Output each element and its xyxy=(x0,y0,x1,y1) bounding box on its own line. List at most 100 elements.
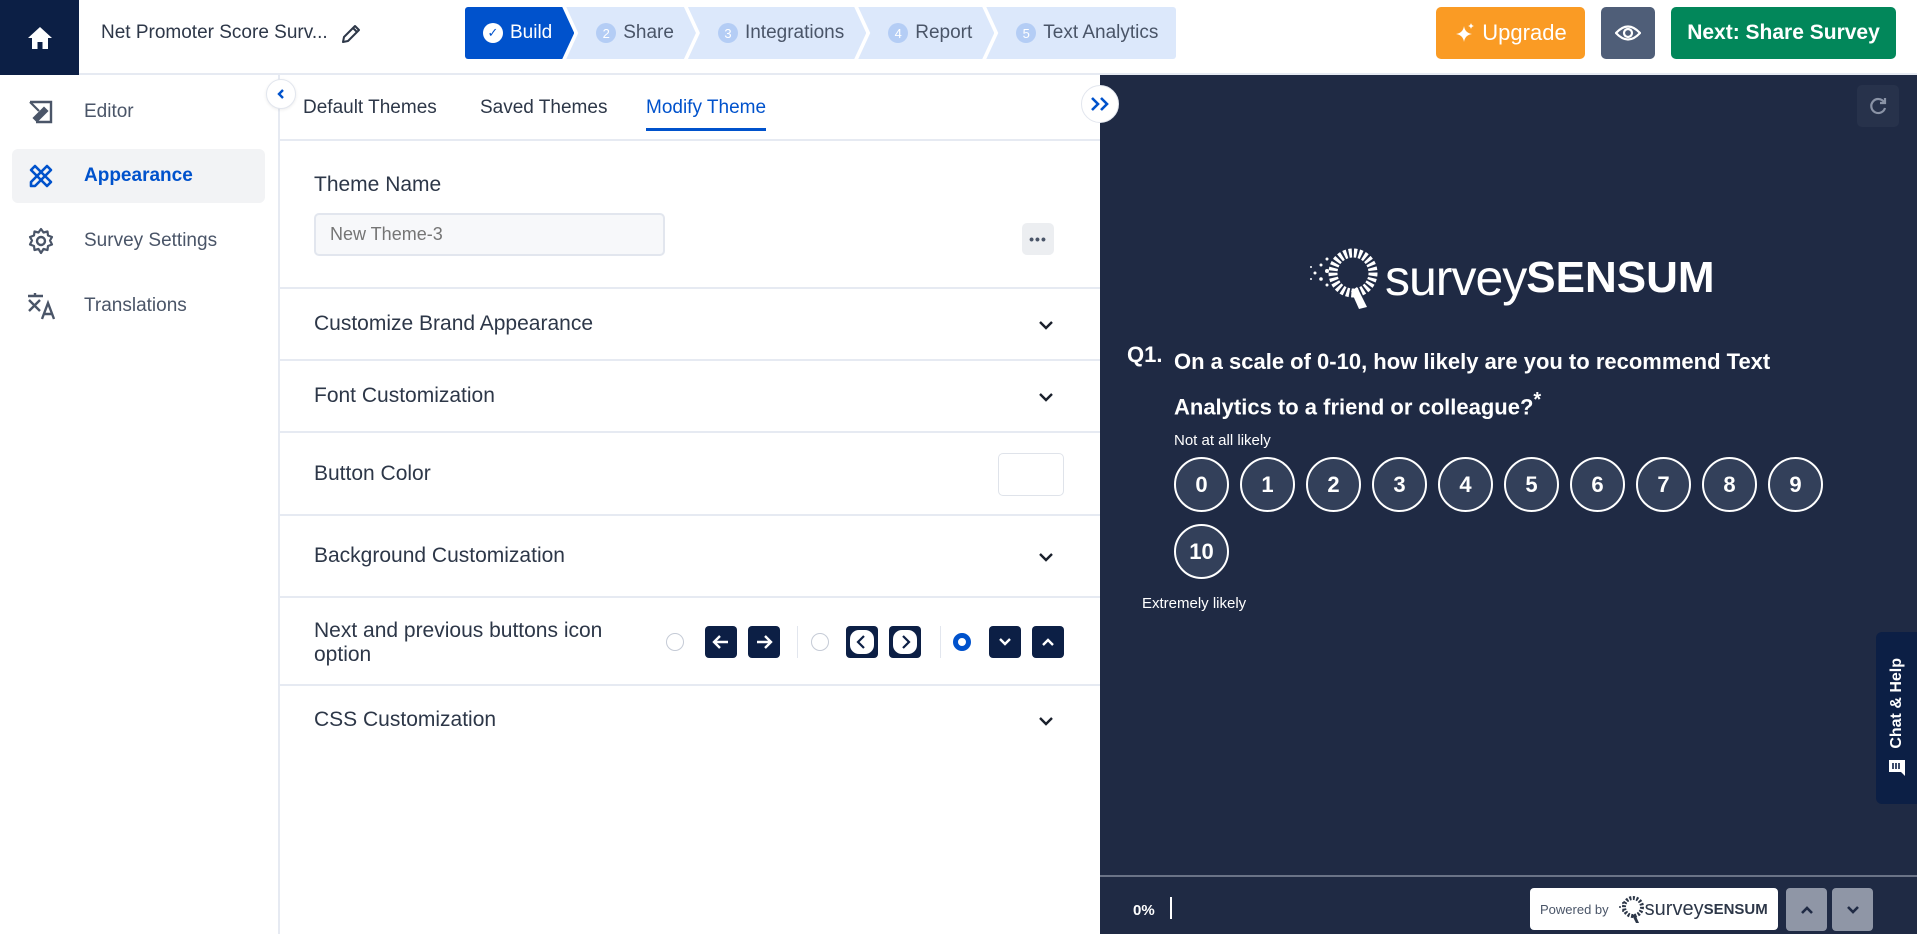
sidebar-item-translations[interactable]: Translations xyxy=(12,279,265,333)
chevron-down-icon xyxy=(989,626,1021,658)
logo-q-icon xyxy=(1310,248,1378,309)
chevron-left-outlined-icon xyxy=(846,626,878,658)
refresh-button[interactable] xyxy=(1857,85,1899,127)
chat-help-label: Chat & Help xyxy=(1887,657,1905,749)
step-number: 2 xyxy=(596,23,616,43)
progress-bar xyxy=(1170,897,1172,919)
chevron-down-icon xyxy=(1846,905,1859,914)
theme-name-label: Theme Name xyxy=(314,173,442,196)
sidebar-item-label: Translations xyxy=(84,295,187,316)
chevron-down-icon xyxy=(1039,321,1053,330)
chevron-down-icon xyxy=(1039,553,1053,562)
step-share[interactable]: 2 Share xyxy=(566,7,696,59)
previous-question-button[interactable] xyxy=(1786,888,1827,931)
nps-option-10[interactable]: 10 xyxy=(1174,524,1229,579)
theme-tabs: Default Themes Saved Themes Modify Theme xyxy=(280,75,1100,141)
sidebar-item-label: Editor xyxy=(84,101,134,122)
step-number: 4 xyxy=(888,23,908,43)
expand-preview-button[interactable] xyxy=(1081,85,1119,123)
sidebar-item-appearance[interactable]: Appearance xyxy=(12,149,265,203)
survey-preview: survey SENSUM Q1. On a scale of 0-10, ho… xyxy=(1100,75,1917,934)
css-customization-row[interactable]: CSS Customization xyxy=(280,686,1100,766)
home-button[interactable] xyxy=(0,0,79,75)
sparkle-icon xyxy=(1456,23,1475,42)
logo-text-bold: SENSUM xyxy=(1526,253,1715,302)
translate-icon xyxy=(26,291,56,321)
nav-icon-option-chevrons-radio[interactable] xyxy=(811,633,829,651)
next-share-survey-button[interactable]: Next: Share Survey xyxy=(1671,7,1896,59)
top-header: Net Promoter Score Surv... ✓ Build 2 Sha… xyxy=(0,0,1917,75)
home-icon xyxy=(27,26,52,49)
powered-logo-light: survey xyxy=(1644,897,1704,920)
font-customization-row[interactable]: Font Customization xyxy=(280,361,1100,433)
nps-option-0[interactable]: 0 xyxy=(1174,457,1229,512)
divider xyxy=(940,626,941,658)
background-customization-row[interactable]: Background Customization xyxy=(280,516,1100,598)
surveysensum-logo: survey SENSUM xyxy=(1305,243,1715,313)
sidebar-item-label: Survey Settings xyxy=(84,230,218,251)
upgrade-label: Upgrade xyxy=(1482,20,1567,45)
nps-option-6[interactable]: 6 xyxy=(1570,457,1625,512)
pencil-icon[interactable] xyxy=(340,23,362,45)
chat-help-button[interactable]: Chat & Help xyxy=(1876,632,1917,804)
more-options-button[interactable]: ••• xyxy=(1022,223,1054,255)
powered-logo-bold: SENSUM xyxy=(1703,900,1768,918)
arrow-right-icon xyxy=(748,626,780,658)
brand-appearance-row[interactable]: Customize Brand Appearance xyxy=(280,289,1100,361)
step-report[interactable]: 4 Report xyxy=(858,7,994,59)
progress-percent: 0% xyxy=(1133,902,1155,919)
tab-saved-themes[interactable]: Saved Themes xyxy=(480,97,607,131)
preview-button[interactable] xyxy=(1601,7,1655,59)
sidebar-item-editor[interactable]: Editor xyxy=(12,85,265,139)
arrow-left-icon xyxy=(705,626,737,658)
chat-icon xyxy=(1888,760,1905,777)
collapse-sidebar-button[interactable] xyxy=(266,79,296,109)
button-color-swatch[interactable] xyxy=(998,453,1064,496)
row-label: Next and previous buttons icon option xyxy=(314,619,603,666)
required-mark: * xyxy=(1533,389,1542,411)
nps-option-9[interactable]: 9 xyxy=(1768,457,1823,512)
step-number: 3 xyxy=(718,23,738,43)
nps-option-2[interactable]: 2 xyxy=(1306,457,1361,512)
chevron-up-icon xyxy=(1800,905,1813,914)
nps-option-4[interactable]: 4 xyxy=(1438,457,1493,512)
step-label: Report xyxy=(915,22,973,43)
survey-title[interactable]: Net Promoter Score Surv... xyxy=(101,22,328,44)
sidebar: Editor Appearance Survey Settings Transl… xyxy=(0,75,280,934)
question-number: Q1. xyxy=(1127,342,1163,367)
step-label: Share xyxy=(623,22,674,43)
nav-icon-option-arrows-radio[interactable] xyxy=(666,633,684,651)
row-label: Button Color xyxy=(314,462,431,485)
next-question-button[interactable] xyxy=(1832,888,1873,931)
nps-option-3[interactable]: 3 xyxy=(1372,457,1427,512)
nps-option-7[interactable]: 7 xyxy=(1636,457,1691,512)
sidebar-item-label: Appearance xyxy=(84,165,193,186)
upgrade-button[interactable]: Upgrade xyxy=(1436,7,1585,59)
sidebar-item-survey-settings[interactable]: Survey Settings xyxy=(12,214,265,268)
editor-icon xyxy=(26,97,56,127)
step-label: Text Analytics xyxy=(1043,22,1159,43)
step-integrations[interactable]: 3 Integrations xyxy=(688,7,866,59)
nav-icon-option-row: Next and previous buttons icon option xyxy=(280,598,1100,686)
tab-default-themes[interactable]: Default Themes xyxy=(303,97,437,131)
nav-icon-option-updown-radio[interactable] xyxy=(953,633,971,651)
logo-q-icon xyxy=(1618,896,1644,923)
theme-name-input[interactable] xyxy=(314,213,665,256)
high-scale-label: Extremely likely xyxy=(1142,595,1247,612)
button-color-row: Button Color xyxy=(280,433,1100,516)
step-text-analytics[interactable]: 5 Text Analytics xyxy=(986,7,1177,59)
eye-icon xyxy=(1615,25,1641,41)
nps-option-8[interactable]: 8 xyxy=(1702,457,1757,512)
row-label: CSS Customization xyxy=(314,708,497,731)
chevron-right-outlined-icon xyxy=(889,626,921,658)
powered-by-badge[interactable]: Powered by survey SENSUM xyxy=(1530,888,1778,930)
refresh-icon xyxy=(1870,97,1887,115)
nps-option-1[interactable]: 1 xyxy=(1240,457,1295,512)
tab-modify-theme[interactable]: Modify Theme xyxy=(646,97,767,131)
question-text: On a scale of 0-10, how likely are you t… xyxy=(1174,342,1814,426)
row-label: Background Customization xyxy=(314,544,565,567)
step-build[interactable]: ✓ Build xyxy=(465,7,574,59)
check-icon: ✓ xyxy=(483,23,503,43)
nps-option-5[interactable]: 5 xyxy=(1504,457,1559,512)
chevron-up-icon xyxy=(1032,626,1064,658)
